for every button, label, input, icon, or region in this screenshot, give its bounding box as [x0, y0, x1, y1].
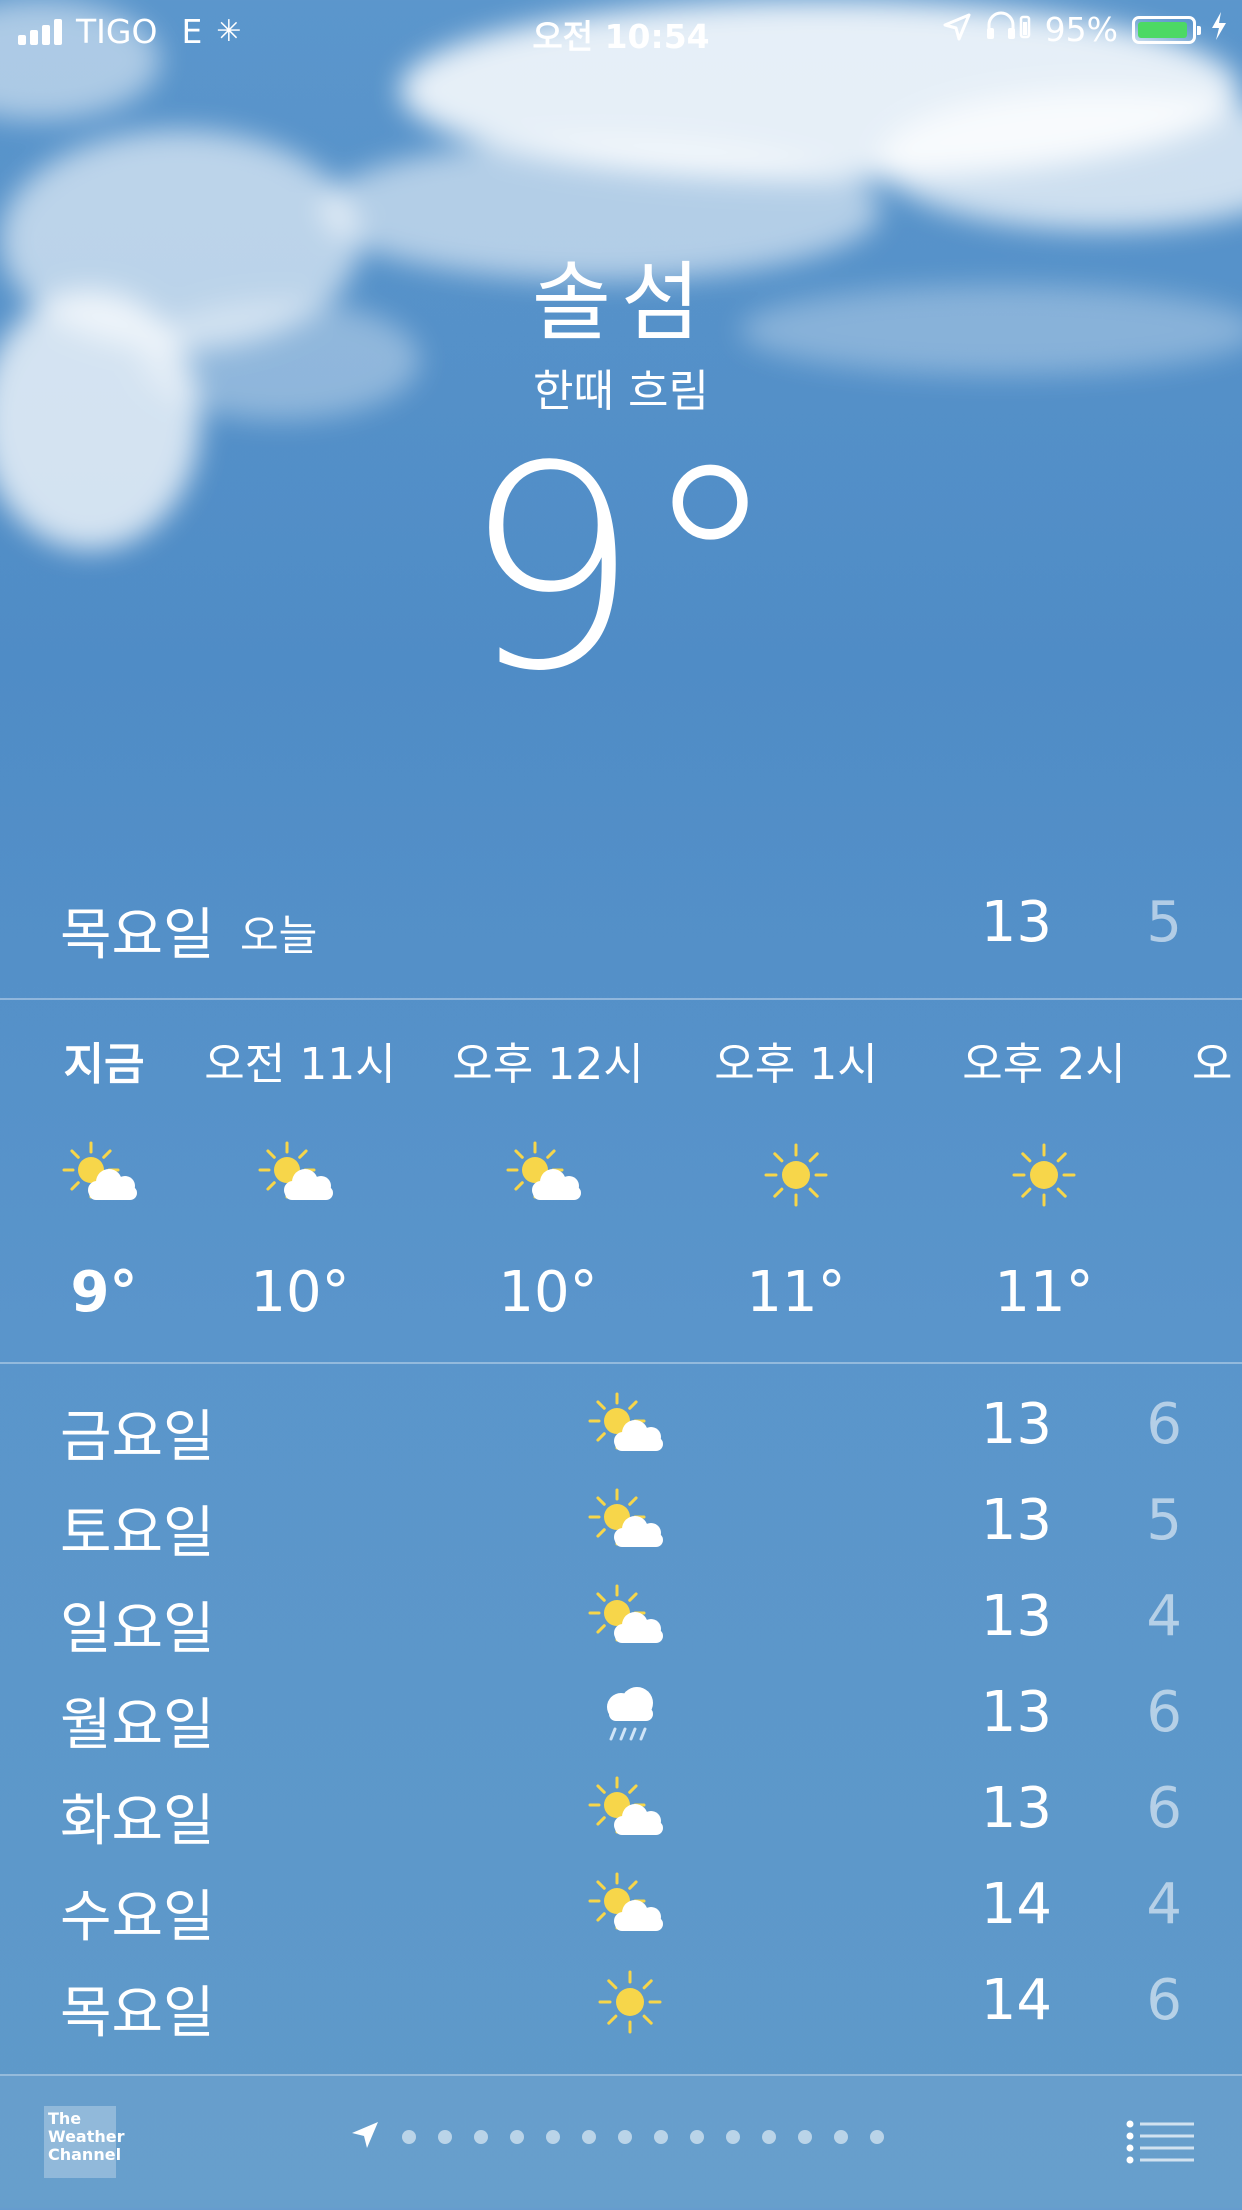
- current-temperature: 9°: [461, 407, 781, 733]
- page-dot[interactable]: [510, 2130, 524, 2144]
- daily-row: 일요일 13 4: [60, 1572, 1182, 1668]
- day-name: 화요일: [60, 1789, 215, 1854]
- hour-temp: 10°: [498, 1260, 598, 1325]
- list-icon[interactable]: [1126, 2120, 1196, 2164]
- day-name: 목요일: [60, 1981, 215, 2046]
- hour-label: 오후 12시: [452, 1039, 644, 1090]
- day-name: 토요일: [60, 1501, 215, 1566]
- hourly-item: 오후 12시 10°: [448, 1000, 648, 1325]
- sun-icon: [580, 1960, 680, 2044]
- page-dot[interactable]: [870, 2130, 884, 2144]
- hour-label: 오후 1시: [714, 1039, 878, 1090]
- page-indicator[interactable]: [350, 2120, 884, 2154]
- daily-row: 금요일 13 6: [60, 1380, 1182, 1476]
- day-high: 14: [980, 1968, 1052, 2033]
- daily-row: 토요일 13 5: [60, 1476, 1182, 1572]
- city-name: 솔섬: [531, 253, 711, 353]
- headphones-icon: [985, 10, 1031, 49]
- day-name: 금요일: [60, 1405, 215, 1470]
- day-low: 6: [1146, 1968, 1182, 2033]
- weather-channel-logo[interactable]: The Weather Channel: [44, 2106, 125, 2178]
- day-low: 5: [1146, 1488, 1182, 1553]
- partly-cloudy-icon: [580, 1864, 680, 1948]
- page-dot[interactable]: [762, 2130, 776, 2144]
- day-name: 월요일: [60, 1693, 215, 1758]
- today-low: 5: [1146, 890, 1182, 955]
- page-dot[interactable]: [618, 2130, 632, 2144]
- hour-label: 지금: [63, 1039, 145, 1090]
- page-dot[interactable]: [726, 2130, 740, 2144]
- partly-cloudy-icon: [200, 1130, 400, 1220]
- partly-cloudy-icon: [580, 1384, 680, 1468]
- partly-cloudy-icon: [448, 1130, 648, 1220]
- day-high: 13: [980, 1392, 1052, 1457]
- hour-temp: 11°: [746, 1260, 846, 1325]
- day-high: 13: [980, 1584, 1052, 1649]
- hourly-item: 지금 9°: [4, 1000, 204, 1325]
- partly-cloudy-icon: [580, 1768, 680, 1852]
- page-dot[interactable]: [798, 2130, 812, 2144]
- hour-temp: 11°: [994, 1260, 1094, 1325]
- day-high: 14: [980, 1872, 1052, 1937]
- today-day: 목요일: [60, 903, 215, 968]
- hour-label: 오: [1192, 1039, 1233, 1090]
- hourly-item: 오: [1192, 1000, 1242, 1092]
- day-high: 13: [980, 1488, 1052, 1553]
- day-high: 13: [980, 1776, 1052, 1841]
- daily-row: 수요일 14 4: [60, 1860, 1182, 1956]
- charging-bolt-icon: [1210, 10, 1228, 49]
- partly-cloudy-icon: [580, 1480, 680, 1564]
- today-high: 13: [980, 890, 1052, 955]
- divider: [0, 1362, 1242, 1364]
- hour-temp: 9°: [70, 1260, 138, 1325]
- page-dot[interactable]: [654, 2130, 668, 2144]
- page-dot[interactable]: [582, 2130, 596, 2144]
- daily-row: 목요일 14 6: [60, 1956, 1182, 2052]
- daily-forecast[interactable]: 금요일 13 6 토요일 13 5 일요일 13 4 월요일 13 6 화요일 …: [60, 1380, 1182, 2080]
- daily-row: 월요일 13 6: [60, 1668, 1182, 1764]
- page-dot[interactable]: [834, 2130, 848, 2144]
- day-low: 4: [1146, 1872, 1182, 1937]
- hour-label: 오후 2시: [962, 1039, 1126, 1090]
- partly-cloudy-icon: [4, 1130, 204, 1220]
- sun-icon: [696, 1130, 896, 1220]
- page-dot[interactable]: [402, 2130, 416, 2144]
- hour-label: 오전 11시: [204, 1039, 396, 1090]
- bottom-toolbar: The Weather Channel: [0, 2074, 1242, 2210]
- page-dot[interactable]: [546, 2130, 560, 2144]
- today-summary: 목요일 오늘 13 5: [60, 890, 1182, 968]
- battery-icon: [1132, 15, 1201, 44]
- partly-cloudy-icon: [580, 1576, 680, 1660]
- hourly-item: 오후 1시 11°: [696, 1000, 896, 1325]
- page-dot[interactable]: [474, 2130, 488, 2144]
- day-low: 6: [1146, 1776, 1182, 1841]
- day-low: 4: [1146, 1584, 1182, 1649]
- page-dot[interactable]: [438, 2130, 452, 2144]
- hourly-item: 오후 2시 11°: [944, 1000, 1144, 1325]
- day-low: 6: [1146, 1392, 1182, 1457]
- hourly-item: 오전 11시 10°: [200, 1000, 400, 1325]
- sun-icon: [944, 1130, 1144, 1220]
- today-tag: 오늘: [240, 911, 318, 960]
- hour-temp: 10°: [250, 1260, 350, 1325]
- rain-cloud-icon: [580, 1672, 680, 1756]
- hourly-forecast[interactable]: 지금 9° 오전 11시 10° 오후 12시 10° 오후 1시 11° 오후…: [0, 1000, 1242, 1360]
- location-arrow-icon: [350, 2120, 380, 2154]
- status-bar: TIGO E ✳ 오전 10:54 95%: [0, 0, 1242, 64]
- daily-row: 화요일 13 6: [60, 1764, 1182, 1860]
- day-name: 일요일: [60, 1597, 215, 1662]
- day-name: 수요일: [60, 1885, 215, 1950]
- battery-percent: 95%: [1044, 10, 1118, 49]
- location-arrow-icon: [943, 10, 971, 49]
- day-high: 13: [980, 1680, 1052, 1745]
- page-dot[interactable]: [690, 2130, 704, 2144]
- day-low: 6: [1146, 1680, 1182, 1745]
